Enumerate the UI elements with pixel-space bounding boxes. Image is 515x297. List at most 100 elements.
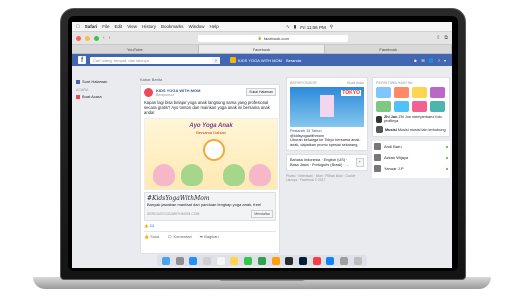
illustrator-icon[interactable] bbox=[285, 256, 294, 265]
settings-icon[interactable] bbox=[340, 256, 349, 265]
minimize-icon[interactable] bbox=[85, 35, 90, 41]
address-bar[interactable]: 🔒 facebook.com bbox=[198, 34, 349, 42]
story-item[interactable]: Musisi Musisi musisi lain terhubung bbox=[376, 126, 446, 133]
page-content: Sunt Halaman ACARA Buat Acara Kabar Beri… bbox=[72, 75, 452, 268]
story-item[interactable]: Zhi Jun Zhi Jun memperbarui foto profiln… bbox=[376, 115, 446, 123]
search-icon[interactable]: ⚲ bbox=[330, 24, 333, 30]
search-icon[interactable]: ⚲ bbox=[212, 56, 220, 64]
share-icon[interactable]: ⇧ bbox=[436, 35, 440, 41]
facebook-logo-icon[interactable]: f bbox=[78, 56, 86, 64]
app-tile-icon[interactable] bbox=[412, 101, 427, 112]
contact-name: Yanuar J.P bbox=[384, 166, 404, 171]
facebook-topbar: f Cari orang, tempat, dan lainnya ⚲ KIDS… bbox=[72, 54, 452, 66]
ad-image[interactable]: TOKYO bbox=[290, 87, 364, 127]
home-link[interactable]: Beranda bbox=[286, 58, 301, 63]
app-tile-icon[interactable] bbox=[376, 87, 391, 98]
tab-facebook[interactable]: Facebook bbox=[198, 45, 326, 53]
like-page-button[interactable]: Sukai Halaman bbox=[246, 88, 276, 96]
reaction-count[interactable]: 👍 111 bbox=[144, 224, 276, 228]
tabs-icon[interactable]: ⧉ bbox=[444, 35, 448, 41]
tab-facebook-2[interactable]: Facebook bbox=[325, 45, 452, 53]
post-image[interactable]: Ayo Yoga Anak Bersama Dahlan bbox=[144, 118, 278, 190]
sponsored-title: BERSPONSOR bbox=[290, 81, 317, 85]
back-icon[interactable]: ‹ bbox=[103, 35, 105, 41]
share-button[interactable]: ➦ Bagikan bbox=[200, 234, 219, 239]
apple-icon[interactable]:  bbox=[76, 24, 80, 30]
tab-youtube[interactable]: YouTube bbox=[72, 45, 199, 53]
facetime-icon[interactable] bbox=[257, 256, 266, 265]
contact-item[interactable]: Azkan Wijaya bbox=[374, 154, 448, 161]
like-button[interactable]: 👍 Suka bbox=[144, 234, 159, 239]
close-icon[interactable] bbox=[76, 35, 81, 41]
right-panel: PERISTIWA HARI INI Zhi Jun Zhi Jun mempe… bbox=[372, 77, 450, 178]
mac-dock bbox=[157, 255, 367, 266]
contact-name: Azkan Wijaya bbox=[384, 155, 409, 160]
online-dot-icon bbox=[446, 167, 448, 170]
zoom-icon[interactable] bbox=[94, 35, 99, 41]
menu-help[interactable]: Help bbox=[210, 24, 219, 29]
dropdown-icon[interactable]: ▾ bbox=[444, 58, 446, 63]
menu-file[interactable]: File bbox=[102, 24, 109, 29]
sidebar-item-pages[interactable]: Sunt Halaman bbox=[76, 79, 131, 84]
share-label: Bagikan bbox=[204, 234, 219, 239]
notifications-icon[interactable]: 🌐 bbox=[429, 58, 434, 63]
avatar bbox=[376, 115, 382, 123]
finder-icon[interactable] bbox=[161, 256, 170, 265]
app-tile-icon[interactable] bbox=[430, 101, 445, 112]
app-tile-icon[interactable] bbox=[412, 87, 427, 98]
online-dot-icon bbox=[446, 145, 448, 148]
language-list[interactable]: Bahasa Indonesia · English (US) · Basa J… bbox=[290, 158, 356, 167]
app-tile-icon[interactable] bbox=[394, 101, 409, 112]
photos-icon[interactable] bbox=[271, 256, 280, 265]
menu-history[interactable]: History bbox=[142, 24, 156, 29]
link-title: #KidsYogaWithMom bbox=[147, 195, 210, 202]
mom-photo-icon bbox=[203, 139, 225, 161]
create-ad-link[interactable]: Buat Iklan bbox=[347, 81, 364, 85]
avatar bbox=[374, 143, 381, 150]
page-avatar[interactable] bbox=[144, 88, 153, 97]
comment-label: Komentari bbox=[173, 234, 192, 239]
contact-item[interactable]: Yanuar J.P bbox=[374, 165, 448, 172]
menu-bookmarks[interactable]: Bookmarks bbox=[161, 24, 184, 29]
friends-icon[interactable]: ☻ bbox=[413, 58, 417, 63]
music-icon[interactable] bbox=[312, 256, 321, 265]
forward-icon[interactable]: › bbox=[109, 35, 111, 41]
wifi-icon[interactable]: ∿ bbox=[286, 24, 290, 30]
battery-icon[interactable]: ▮ bbox=[294, 24, 296, 30]
castle-illustration bbox=[320, 95, 334, 117]
app-tile-icon[interactable] bbox=[430, 87, 445, 98]
notes-icon[interactable] bbox=[230, 256, 239, 265]
menu-app[interactable]: Safari bbox=[85, 24, 98, 29]
link-preview[interactable]: #KidsYogaWithMom Banyak jawaban manfaat … bbox=[144, 192, 276, 221]
menu-view[interactable]: View bbox=[127, 24, 137, 29]
add-language-button[interactable]: + bbox=[355, 158, 364, 167]
app-tile-icon[interactable] bbox=[394, 87, 409, 98]
help-icon[interactable]: ? bbox=[438, 58, 440, 63]
launchpad-icon[interactable] bbox=[175, 256, 184, 265]
contact-item[interactable]: Andi Baru bbox=[374, 143, 448, 150]
messages-icon[interactable]: ✉ bbox=[421, 58, 424, 63]
page-footer[interactable]: Privasi · Ketentuan · Iklan · Pilihan Ik… bbox=[286, 174, 368, 182]
profile-link[interactable]: KIDS YOGA WITH MOM bbox=[230, 57, 282, 63]
signup-button[interactable]: Mendaftar bbox=[251, 210, 273, 218]
comment-button[interactable]: 🗨 Komentari bbox=[167, 234, 191, 239]
menu-edit[interactable]: Edit bbox=[115, 24, 123, 29]
sidebar-item-label: Buat Acara bbox=[82, 94, 102, 99]
icon-grid bbox=[376, 87, 446, 112]
sidebar-item-create-event[interactable]: Buat Acara bbox=[76, 94, 131, 99]
image-title: Ayo Yoga Anak bbox=[189, 123, 233, 129]
messages-icon[interactable] bbox=[244, 256, 253, 265]
photoshop-icon[interactable] bbox=[299, 256, 308, 265]
calendar-icon[interactable] bbox=[216, 256, 225, 265]
clock[interactable]: Fri 11:06 PM bbox=[300, 25, 325, 30]
tab-bar: YouTube Facebook Facebook bbox=[72, 45, 452, 54]
trash-icon[interactable] bbox=[353, 256, 362, 265]
safari-icon[interactable] bbox=[189, 256, 198, 265]
avatar bbox=[374, 154, 381, 161]
menu-window[interactable]: Window bbox=[189, 24, 205, 29]
search-input[interactable]: Cari orang, tempat, dan lainnya ⚲ bbox=[90, 56, 220, 64]
appstore-icon[interactable] bbox=[326, 256, 335, 265]
app-tile-icon[interactable] bbox=[376, 101, 391, 112]
yoga-girl-illustration bbox=[153, 164, 175, 186]
mail-icon[interactable] bbox=[203, 256, 212, 265]
